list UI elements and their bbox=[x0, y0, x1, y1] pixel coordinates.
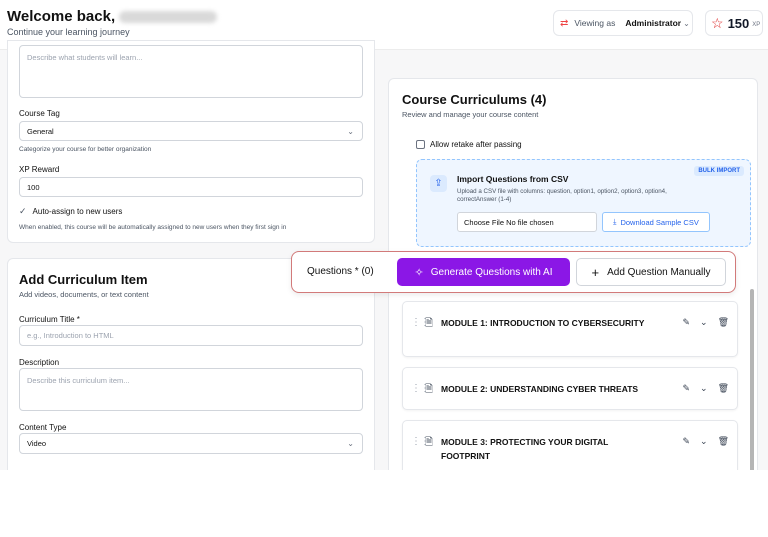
add-question-label: Add Question Manually bbox=[607, 266, 711, 278]
xp-unit: XP bbox=[752, 21, 761, 28]
chevron-down-icon[interactable]: ⌄ bbox=[700, 436, 708, 447]
welcome-text: Welcome back, bbox=[7, 8, 116, 25]
file-status: No file chosen bbox=[506, 217, 554, 227]
import-title: Import Questions from CSV bbox=[457, 174, 569, 184]
course-tag-hint: Categorize your course for better organi… bbox=[19, 146, 152, 153]
content-type-label: Content Type bbox=[19, 423, 67, 432]
sparkles-icon: ✧ bbox=[414, 266, 424, 279]
xp-badge: ☆ 150 XP bbox=[705, 10, 763, 36]
generate-questions-label: Generate Questions with AI bbox=[430, 266, 553, 278]
curriculum-description-textarea[interactable]: Describe this curriculum item... bbox=[19, 368, 363, 411]
course-tag-label: Course Tag bbox=[19, 109, 60, 118]
module-title: MODULE 1: INTRODUCTION TO CYBERSECURITY bbox=[441, 318, 645, 328]
csv-import-panel: ⇪ Import Questions from CSV Upload a CSV… bbox=[416, 159, 751, 247]
checkbox-box bbox=[416, 140, 425, 149]
document-icon: 🗎 bbox=[425, 318, 434, 329]
bulk-import-badge: BULK IMPORT bbox=[694, 166, 744, 176]
edit-icon[interactable]: ✎ bbox=[682, 436, 690, 447]
check-icon: ✓ bbox=[19, 206, 27, 216]
upload-icon: ⇪ bbox=[430, 175, 447, 192]
module-actions: ✎ ⌄ 🗑 bbox=[682, 436, 729, 447]
module-actions: ✎ ⌄ 🗑 bbox=[682, 317, 729, 328]
auto-assign-hint: When enabled, this course will be automa… bbox=[19, 224, 287, 231]
module-title: MODULE 3: PROTECTING YOUR DIGITAL FOOTPR… bbox=[441, 437, 609, 462]
add-curriculum-title: Add Curriculum Item bbox=[19, 272, 148, 287]
trash-icon[interactable]: 🗑 bbox=[718, 317, 729, 328]
content-type-value: Video bbox=[27, 439, 47, 448]
header-subtitle: Continue your learning journey bbox=[7, 27, 130, 37]
app-window: Welcome back, Continue your learning jou… bbox=[0, 0, 768, 470]
course-tag-value: General bbox=[27, 126, 54, 136]
xp-reward-input[interactable]: 100 bbox=[19, 177, 363, 197]
download-sample-button[interactable]: ⤓ Download Sample CSV bbox=[602, 212, 710, 232]
content-type-select[interactable]: Video ⌄ bbox=[19, 433, 363, 454]
chevron-down-icon[interactable]: ⌄ bbox=[700, 383, 708, 394]
chevron-down-icon[interactable]: ⌄ bbox=[700, 317, 708, 328]
trash-icon[interactable]: 🗑 bbox=[718, 383, 729, 394]
add-question-manually-button[interactable]: + Add Question Manually bbox=[576, 258, 726, 286]
edit-icon[interactable]: ✎ bbox=[682, 317, 690, 328]
questions-count-label: Questions * (0) bbox=[307, 266, 374, 277]
course-curriculum-title: Course Curriculums (4) bbox=[402, 92, 547, 107]
add-curriculum-subtitle: Add videos, documents, or text content bbox=[19, 290, 149, 299]
curriculum-description-label: Description bbox=[19, 358, 60, 367]
choose-file-button[interactable]: Choose File bbox=[464, 218, 504, 227]
xp-value: 150 bbox=[727, 15, 750, 31]
download-sample-label: Download Sample CSV bbox=[620, 217, 699, 227]
edit-icon[interactable]: ✎ bbox=[682, 383, 690, 394]
course-description-textarea[interactable]: Describe what students will learn... bbox=[19, 45, 363, 98]
xp-reward-label: XP Reward bbox=[19, 165, 60, 174]
scrollbar[interactable] bbox=[750, 289, 754, 470]
chevron-down-icon: ⌄ bbox=[347, 126, 354, 136]
download-icon: ⤓ bbox=[613, 217, 617, 226]
trash-icon[interactable]: 🗑 bbox=[718, 436, 729, 447]
auto-assign-label: Auto-assign to new users bbox=[32, 207, 123, 216]
viewing-as-label: Viewing as bbox=[574, 18, 616, 28]
welcome-heading: Welcome back, bbox=[7, 8, 218, 25]
csv-file-input[interactable]: Choose File No file chosen bbox=[457, 212, 597, 232]
module-item[interactable]: ⋮⋮ 🗎 MODULE 3: PROTECTING YOUR DIGITAL F… bbox=[402, 420, 738, 470]
plus-icon: + bbox=[591, 264, 600, 280]
chevron-down-icon: ⌄ bbox=[347, 439, 354, 448]
course-details-card: Describe what students will learn... Cou… bbox=[7, 40, 375, 243]
chevron-down-icon: ⌄ bbox=[683, 18, 690, 28]
allow-retake-label: Allow retake after passing bbox=[430, 140, 522, 149]
generate-questions-ai-button[interactable]: ✧ Generate Questions with AI bbox=[397, 258, 570, 286]
star-icon: ☆ bbox=[711, 15, 724, 31]
module-actions: ✎ ⌄ 🗑 bbox=[682, 383, 729, 394]
blurred-user-name bbox=[119, 11, 218, 24]
curriculum-title-input[interactable]: e.g., Introduction to HTML bbox=[19, 325, 363, 346]
document-icon: 🗎 bbox=[425, 437, 434, 448]
viewing-as-value: Administrator bbox=[625, 18, 682, 28]
auto-assign-checkbox[interactable]: ✓ Auto-assign to new users bbox=[19, 206, 122, 217]
module-item[interactable]: ⋮⋮ 🗎 MODULE 2: UNDERSTANDING CYBER THREA… bbox=[402, 367, 738, 410]
module-item[interactable]: ⋮⋮ 🗎 MODULE 1: INTRODUCTION TO CYBERSECU… bbox=[402, 301, 738, 357]
swap-icon: ⇄ bbox=[560, 17, 569, 29]
course-curriculum-subtitle: Review and manage your course content bbox=[402, 110, 539, 119]
document-icon: 🗎 bbox=[425, 384, 434, 395]
module-title: MODULE 2: UNDERSTANDING CYBER THREATS bbox=[441, 384, 639, 394]
import-description: Upload a CSV file with columns: question… bbox=[457, 188, 667, 204]
curriculum-title-label: Curriculum Title * bbox=[19, 315, 80, 324]
questions-toolbar: Questions * (0) ✧ Generate Questions wit… bbox=[291, 251, 736, 293]
course-tag-select[interactable]: General ⌄ bbox=[19, 121, 363, 141]
allow-retake-checkbox[interactable]: Allow retake after passing bbox=[416, 140, 522, 149]
view-as-select[interactable]: ⇄ Viewing as Administrator ⌄ bbox=[553, 10, 693, 36]
